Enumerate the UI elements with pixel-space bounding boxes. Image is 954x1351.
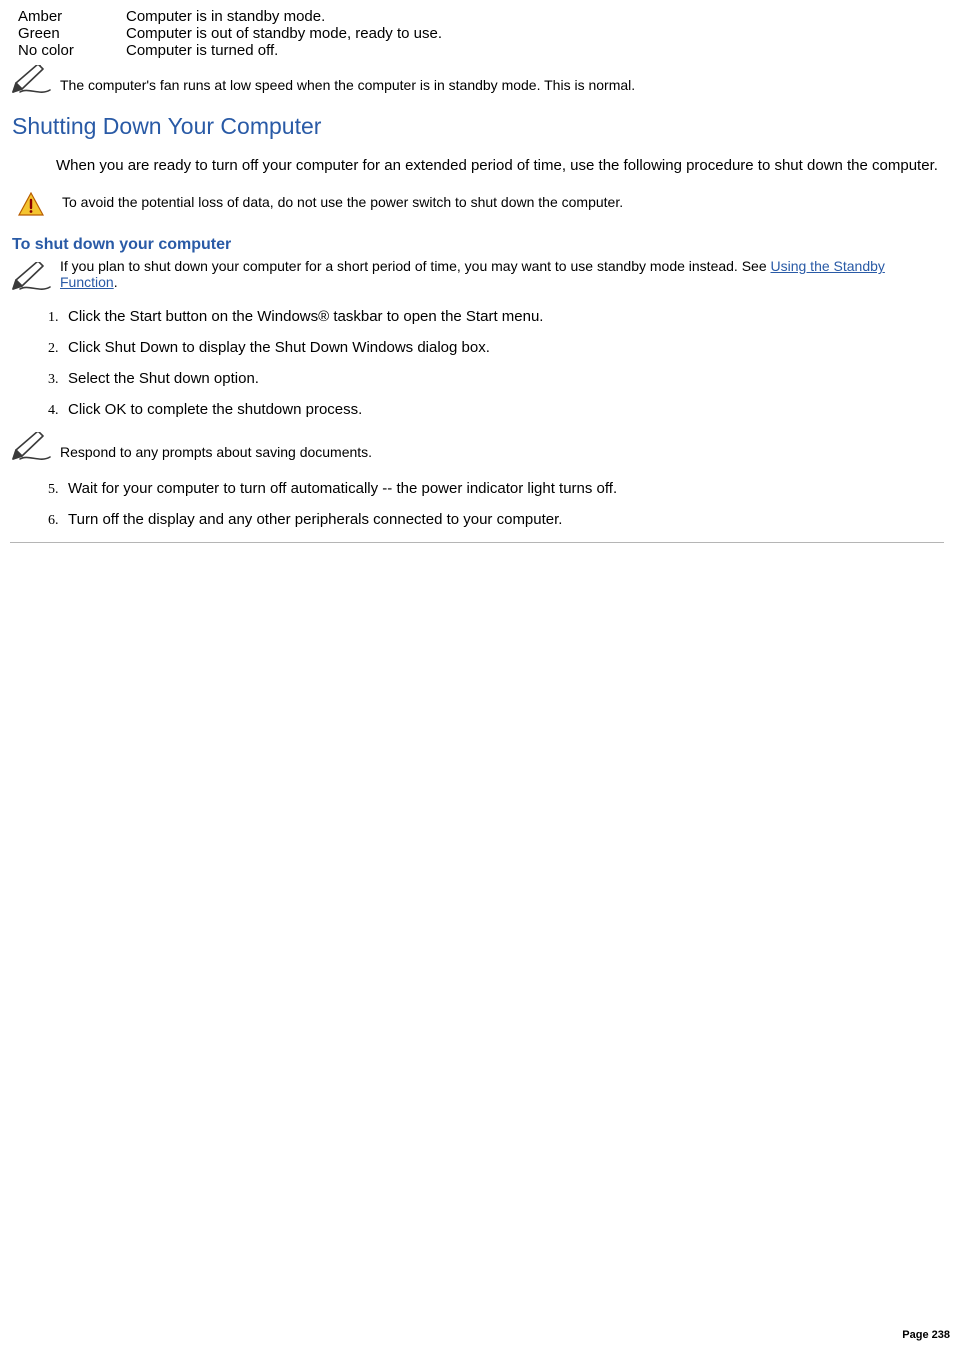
status-table: Amber Computer is in standby mode. Green… bbox=[18, 8, 944, 59]
status-desc: Computer is turned off. bbox=[126, 42, 278, 59]
page-number: Page 238 bbox=[902, 1329, 950, 1341]
status-row: No color Computer is turned off. bbox=[18, 42, 944, 59]
note-text: If you plan to shut down your computer f… bbox=[60, 258, 944, 292]
note-respond-prompts: Respond to any prompts about saving docu… bbox=[10, 432, 944, 462]
status-label: Green bbox=[18, 25, 126, 42]
steps-list-b: Wait for your computer to turn off autom… bbox=[32, 480, 944, 528]
warning-icon bbox=[18, 192, 44, 216]
warning-text: To avoid the potential loss of data, do … bbox=[62, 194, 623, 212]
section-divider bbox=[10, 542, 944, 543]
note-text: Respond to any prompts about saving docu… bbox=[60, 444, 372, 462]
note-fan: The computer's fan runs at low speed whe… bbox=[10, 65, 944, 95]
note-prefix: If you plan to shut down your computer f… bbox=[60, 258, 771, 274]
status-desc: Computer is out of standby mode, ready t… bbox=[126, 25, 442, 42]
list-item: Click the Start button on the Windows® t… bbox=[62, 308, 944, 325]
list-item: Turn off the display and any other perip… bbox=[62, 511, 944, 528]
paragraph-shutdown: When you are ready to turn off your comp… bbox=[56, 156, 944, 176]
warning-data-loss: To avoid the potential loss of data, do … bbox=[10, 190, 944, 216]
note-text: The computer's fan runs at low speed whe… bbox=[60, 77, 635, 95]
pencil-note-icon bbox=[10, 262, 54, 292]
status-label: Amber bbox=[18, 8, 126, 25]
pencil-note-icon bbox=[10, 432, 54, 462]
steps-list-a: Click the Start button on the Windows® t… bbox=[32, 308, 944, 418]
status-row: Green Computer is out of standby mode, r… bbox=[18, 25, 944, 42]
status-row: Amber Computer is in standby mode. bbox=[18, 8, 944, 25]
note-suffix: . bbox=[114, 274, 118, 290]
status-desc: Computer is in standby mode. bbox=[126, 8, 325, 25]
list-item: Click Shut Down to display the Shut Down… bbox=[62, 339, 944, 356]
list-item: Click OK to complete the shutdown proces… bbox=[62, 401, 944, 418]
list-item: Wait for your computer to turn off autom… bbox=[62, 480, 944, 497]
note-standby: If you plan to shut down your computer f… bbox=[10, 258, 944, 292]
pencil-note-icon bbox=[10, 65, 54, 95]
subheading-to-shut-down: To shut down your computer bbox=[12, 236, 944, 254]
heading-shutting-down: Shutting Down Your Computer bbox=[12, 113, 944, 140]
status-label: No color bbox=[18, 42, 126, 59]
list-item: Select the Shut down option. bbox=[62, 370, 944, 387]
